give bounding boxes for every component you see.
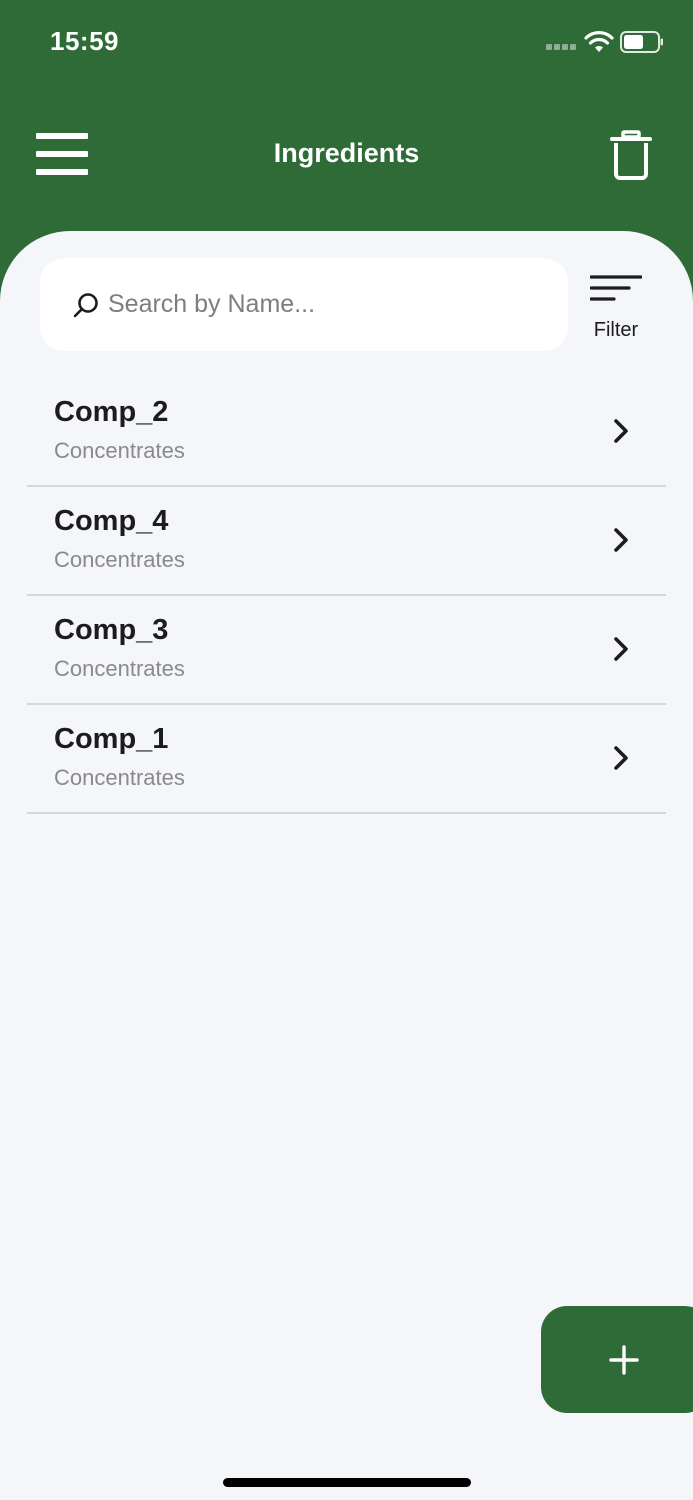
ingredient-name: Comp_4	[54, 505, 169, 537]
filter-button[interactable]: Filter	[585, 269, 647, 349]
cellular-signal-icon	[546, 44, 578, 52]
list-item[interactable]: Comp_2 Concentrates	[27, 378, 666, 487]
filter-icon	[590, 275, 642, 301]
page-title: Ingredients	[273, 138, 420, 168]
ingredient-name: Comp_2	[54, 396, 169, 428]
plus-icon	[609, 1345, 639, 1375]
nav-bar: Ingredients	[0, 100, 693, 210]
chevron-right-icon	[614, 419, 628, 443]
trash-icon[interactable]	[610, 130, 652, 180]
ingredient-category: Concentrates	[54, 438, 185, 463]
chevron-right-icon	[614, 637, 628, 661]
status-time: 15:59	[50, 26, 119, 56]
status-bar: 15:59	[0, 0, 693, 88]
battery-icon	[620, 31, 663, 53]
home-indicator	[223, 1478, 471, 1487]
ingredient-list: Comp_2 Concentrates Comp_4 Concentrates …	[27, 378, 666, 814]
list-item[interactable]: Comp_1 Concentrates	[27, 705, 666, 814]
search-icon	[73, 293, 98, 318]
ingredient-category: Concentrates	[54, 656, 185, 681]
ingredient-category: Concentrates	[54, 547, 185, 572]
list-item[interactable]: Comp_3 Concentrates	[27, 596, 666, 705]
list-item[interactable]: Comp_4 Concentrates	[27, 487, 666, 596]
ingredient-name: Comp_3	[54, 614, 169, 646]
ingredient-name: Comp_1	[54, 723, 169, 755]
search-input[interactable]	[108, 258, 548, 351]
chevron-right-icon	[614, 528, 628, 552]
ingredients-screen: 15:59 Ingredients Search by Name... Filt…	[0, 0, 693, 1500]
search-box[interactable]	[40, 258, 568, 351]
chevron-right-icon	[614, 746, 628, 770]
wifi-icon	[584, 31, 614, 52]
ingredient-category: Concentrates	[54, 765, 185, 790]
filter-label: Filter	[593, 319, 639, 341]
add-ingredient-button[interactable]	[541, 1306, 693, 1413]
